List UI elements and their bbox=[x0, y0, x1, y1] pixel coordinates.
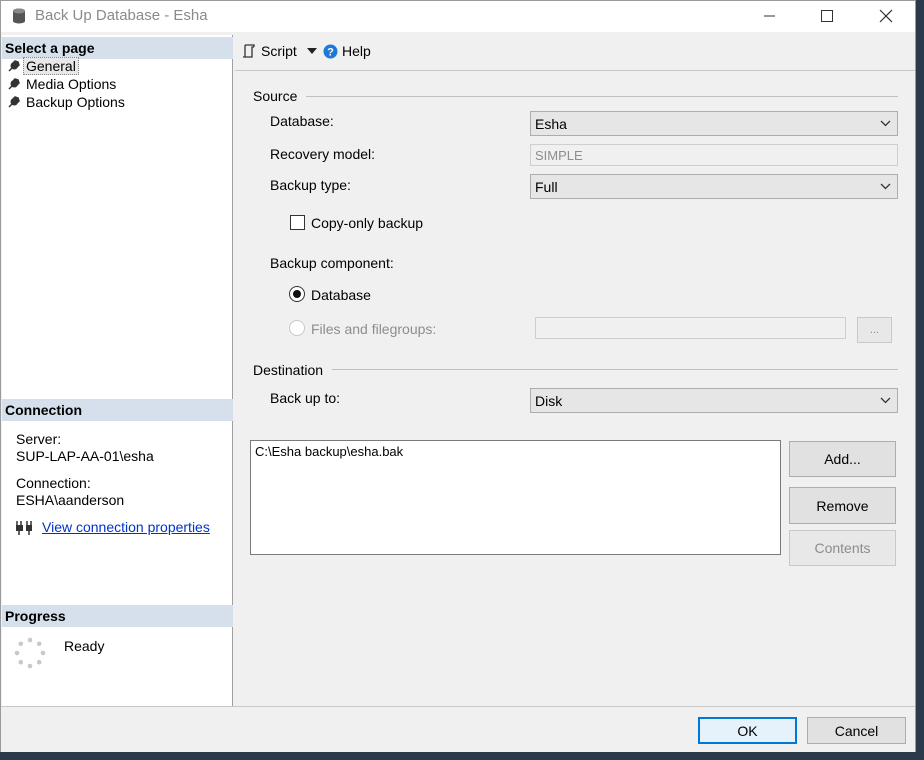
close-icon bbox=[879, 9, 893, 23]
script-button[interactable]: Script bbox=[242, 43, 317, 59]
chevron-down-icon bbox=[880, 397, 891, 404]
radio-selected-dot bbox=[293, 290, 301, 298]
dialog-footer: OK Cancel bbox=[1, 706, 915, 752]
maximize-button[interactable] bbox=[798, 1, 856, 31]
back-up-to-label: Back up to: bbox=[270, 390, 341, 406]
database-label: Database: bbox=[270, 113, 334, 129]
database-select[interactable]: Esha bbox=[530, 111, 898, 136]
close-button[interactable] bbox=[857, 1, 915, 31]
back-up-to-value: Disk bbox=[535, 393, 563, 409]
copy-only-checkbox[interactable] bbox=[290, 215, 305, 230]
destination-paths-list[interactable]: C:\Esha backup\esha.bak bbox=[250, 440, 781, 555]
help-label: Help bbox=[342, 43, 371, 59]
page-item-label: Media Options bbox=[26, 76, 117, 92]
copy-only-label[interactable]: Copy-only backup bbox=[311, 215, 423, 231]
backup-type-label: Backup type: bbox=[270, 177, 351, 193]
database-radio[interactable] bbox=[289, 286, 305, 302]
maximize-icon bbox=[821, 10, 833, 22]
page-item-general[interactable]: General bbox=[7, 57, 79, 75]
dropdown-arrow-icon[interactable] bbox=[306, 48, 317, 54]
view-connection-properties-link[interactable]: View connection properties bbox=[42, 519, 210, 535]
source-divider bbox=[306, 96, 898, 97]
left-panel: Select a page General Media Options Back… bbox=[2, 35, 233, 706]
list-item[interactable]: C:\Esha backup\esha.bak bbox=[255, 444, 776, 459]
database-radio-label[interactable]: Database bbox=[311, 287, 371, 303]
backup-type-value: Full bbox=[535, 179, 558, 195]
connection-header: Connection bbox=[2, 399, 233, 421]
minimize-icon bbox=[764, 15, 775, 17]
database-value: Esha bbox=[535, 116, 567, 132]
progress-status: Ready bbox=[64, 638, 105, 654]
back-up-to-select[interactable]: Disk bbox=[530, 388, 898, 413]
minimize-button[interactable] bbox=[741, 1, 799, 31]
wrench-icon bbox=[8, 60, 20, 72]
files-filegroups-radio[interactable] bbox=[289, 320, 305, 336]
page-item-label: General bbox=[23, 57, 79, 75]
destination-group-label: Destination bbox=[253, 362, 324, 378]
select-page-header: Select a page bbox=[2, 37, 233, 59]
backup-type-select[interactable]: Full bbox=[530, 174, 898, 199]
toolbar: Script ? Help bbox=[235, 35, 915, 71]
chevron-down-icon bbox=[880, 183, 891, 190]
page-item-backup-options[interactable]: Backup Options bbox=[7, 93, 125, 111]
script-icon bbox=[243, 44, 255, 58]
recovery-model-label: Recovery model: bbox=[270, 146, 376, 162]
server-value: SUP-LAP-AA-01\esha bbox=[16, 448, 154, 464]
files-filegroups-field bbox=[535, 317, 846, 339]
help-icon: ? bbox=[323, 44, 338, 58]
add-button[interactable]: Add... bbox=[789, 441, 896, 477]
chevron-down-icon bbox=[880, 120, 891, 127]
destination-divider bbox=[332, 369, 898, 370]
help-button[interactable]: ? Help bbox=[323, 43, 371, 59]
connection-label: Connection: bbox=[16, 475, 91, 491]
remove-button[interactable]: Remove bbox=[789, 487, 896, 524]
page-item-media-options[interactable]: Media Options bbox=[7, 75, 116, 93]
ok-button[interactable]: OK bbox=[698, 717, 797, 744]
contents-button[interactable]: Contents bbox=[789, 530, 896, 566]
script-label: Script bbox=[261, 43, 297, 59]
svg-text:?: ? bbox=[327, 46, 334, 58]
connection-value: ESHA\aanderson bbox=[16, 492, 125, 508]
cancel-button[interactable]: Cancel bbox=[807, 717, 906, 744]
backup-component-label: Backup component: bbox=[270, 255, 394, 271]
progress-header: Progress bbox=[2, 605, 233, 627]
page-item-label: Backup Options bbox=[26, 94, 125, 110]
database-icon bbox=[13, 8, 25, 24]
server-label: Server: bbox=[16, 431, 62, 447]
recovery-model-field: SIMPLE bbox=[530, 144, 898, 166]
browse-files-button[interactable]: ... bbox=[857, 317, 892, 343]
title-bar[interactable]: Back Up Database - Esha bbox=[1, 1, 915, 32]
progress-spinner-icon bbox=[14, 637, 46, 669]
plug-icon bbox=[16, 521, 32, 535]
window-title: Back Up Database - Esha bbox=[35, 7, 208, 24]
wrench-icon bbox=[8, 96, 20, 108]
files-filegroups-label[interactable]: Files and filegroups: bbox=[311, 321, 436, 337]
backup-dialog: Back Up Database - Esha Select a page Ge… bbox=[0, 0, 916, 752]
wrench-icon bbox=[8, 78, 20, 90]
source-group-label: Source bbox=[253, 88, 298, 104]
